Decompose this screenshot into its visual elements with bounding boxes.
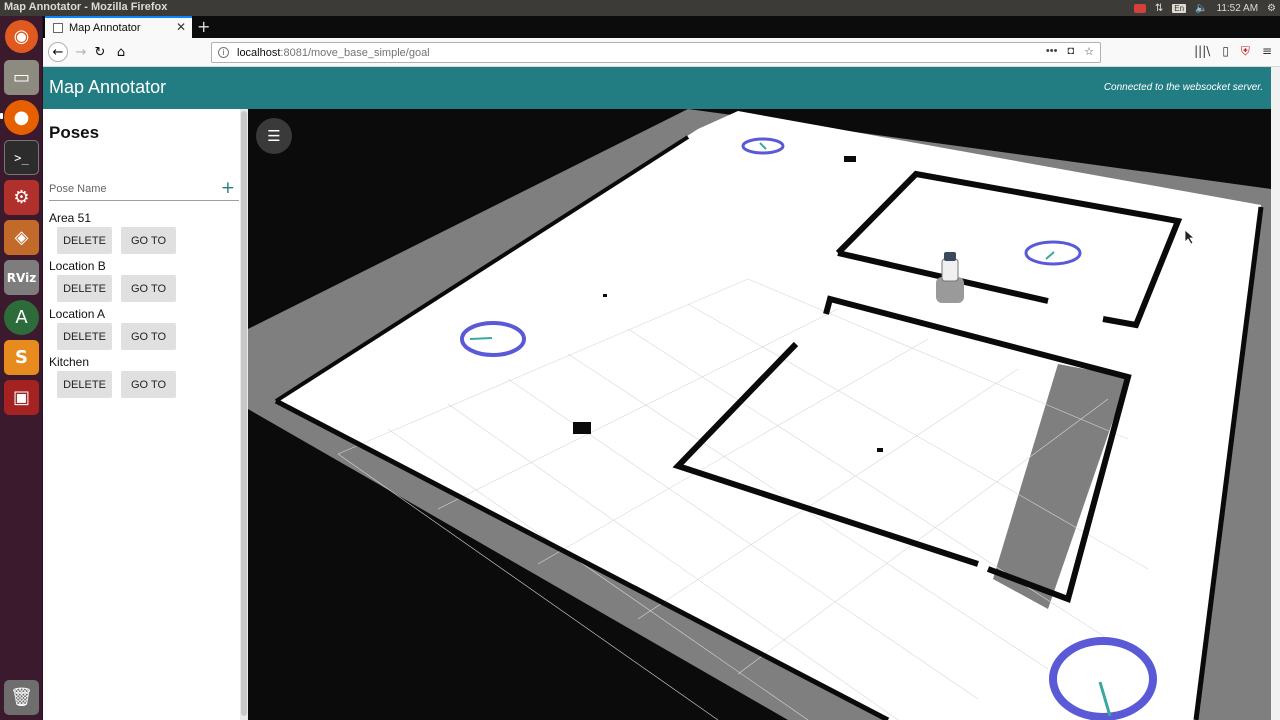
- pose-item: Location A DELETE GO TO: [49, 307, 239, 355]
- ublock-shield-icon[interactable]: ⛨: [1241, 44, 1250, 59]
- sidebar-scrollbar[interactable]: [240, 109, 248, 720]
- app-bar: Map Annotator Connected to the websocket…: [43, 67, 1271, 109]
- page-actions-icon[interactable]: •••: [1046, 45, 1058, 58]
- browser-window: Map Annotator ✕ + ← → ↻ ⌂ i localhost:80…: [43, 16, 1280, 720]
- library-icon[interactable]: |||\: [1194, 44, 1210, 59]
- active-indicator: [0, 113, 3, 119]
- sidebar-toggle-icon[interactable]: ▯: [1222, 44, 1229, 59]
- page-scrollbar[interactable]: [1271, 67, 1280, 720]
- tab-bar: Map Annotator ✕ +: [43, 16, 1280, 38]
- pose-item: Area 51 DELETE GO TO: [49, 211, 239, 259]
- goto-pose-button[interactable]: GO TO: [121, 275, 176, 302]
- nav-bar: ← → ↻ ⌂ i localhost:8081/move_base_simpl…: [43, 38, 1280, 67]
- volume-icon[interactable]: 🔈: [1195, 3, 1207, 14]
- url-host: localhost: [237, 46, 281, 59]
- pose-name-input[interactable]: [49, 178, 214, 200]
- obstacle: [573, 422, 591, 434]
- obstacle: [603, 294, 607, 297]
- goto-pose-button[interactable]: GO TO: [121, 227, 176, 254]
- pocket-icon[interactable]: ◘: [1067, 45, 1074, 58]
- window-title: Map Annotator - Mozilla Firefox: [4, 1, 168, 13]
- toolbar-right: |||\ ▯ ⛨ ≡: [1194, 44, 1272, 59]
- goto-pose-button[interactable]: GO TO: [121, 323, 176, 350]
- clock[interactable]: 11:52 AM: [1217, 3, 1259, 14]
- poses-heading: Poses: [49, 123, 100, 142]
- hamburger-menu-icon[interactable]: ≡: [1262, 44, 1272, 59]
- power-gear-icon[interactable]: ⚙: [1267, 3, 1276, 14]
- screen-recorder-icon[interactable]: ▣: [4, 380, 39, 415]
- firefox-icon[interactable]: ●: [4, 100, 39, 135]
- network-icon[interactable]: ⇅: [1155, 3, 1163, 14]
- url-path: :8081/move_base_simple/goal: [280, 46, 430, 59]
- terminal-icon[interactable]: >_: [4, 140, 39, 175]
- pose-name: Area 51: [49, 211, 92, 225]
- settings-icon[interactable]: ⚙: [4, 180, 39, 215]
- map-3d-view[interactable]: [248, 109, 1271, 720]
- new-tab-icon[interactable]: +: [197, 17, 210, 36]
- delete-pose-button[interactable]: DELETE: [57, 371, 112, 398]
- bookmark-star-icon[interactable]: ☆: [1084, 45, 1094, 58]
- delete-pose-button[interactable]: DELETE: [57, 323, 112, 350]
- ubuntu-icon[interactable]: ◉: [5, 20, 38, 53]
- home-icon[interactable]: ⌂: [111, 42, 131, 62]
- rviz-icon[interactable]: RViz: [4, 260, 39, 295]
- obstacle: [844, 156, 856, 162]
- close-tab-icon[interactable]: ✕: [176, 20, 186, 34]
- page-content: Map Annotator Connected to the websocket…: [43, 67, 1271, 720]
- trash-icon[interactable]: 🗑: [4, 680, 39, 715]
- files-icon[interactable]: ▭: [4, 60, 39, 95]
- tab-map-annotator[interactable]: Map Annotator ✕: [45, 16, 192, 38]
- pose-item: Location B DELETE GO TO: [49, 259, 239, 307]
- site-info-icon[interactable]: i: [218, 47, 229, 58]
- map-menu-button[interactable]: ☰: [256, 118, 292, 154]
- menu-icon: ☰: [267, 127, 281, 145]
- package-icon[interactable]: ◈: [4, 220, 39, 255]
- poses-sidebar: Poses + Area 51 DELETE GO TO Location B …: [43, 109, 240, 720]
- url-actions: ••• ◘ ☆: [1046, 45, 1094, 58]
- delete-pose-button[interactable]: DELETE: [57, 227, 112, 254]
- sidebar-scrollbar-thumb[interactable]: [241, 111, 247, 716]
- mouse-pointer-icon: [1185, 230, 1195, 244]
- camera-icon[interactable]: [1133, 3, 1146, 13]
- add-pose-button[interactable]: +: [221, 178, 235, 198]
- url-bar[interactable]: i localhost:8081/move_base_simple/goal •…: [211, 42, 1101, 63]
- page-favicon-icon: [53, 23, 63, 33]
- launcher: ◉ ▭ ● >_ ⚙ ◈ RViz A S ▣ 🗑: [0, 16, 43, 720]
- pose-item: Kitchen DELETE GO TO: [49, 355, 239, 403]
- pose-name: Kitchen: [49, 355, 90, 369]
- app-title: Map Annotator: [49, 77, 167, 97]
- reload-icon[interactable]: ↻: [90, 42, 110, 62]
- system-indicators: ⇅ En 🔈 11:52 AM ⚙: [1133, 0, 1276, 16]
- delete-pose-button[interactable]: DELETE: [57, 275, 112, 302]
- back-icon[interactable]: ←: [48, 42, 68, 62]
- tab-title: Map Annotator: [69, 22, 141, 34]
- map-viewer[interactable]: ☰: [248, 109, 1271, 720]
- obstacle: [877, 448, 883, 452]
- pose-name: Location A: [49, 307, 106, 321]
- forward-icon[interactable]: →: [71, 42, 91, 62]
- connection-status: Connected to the websocket server.: [1103, 82, 1263, 93]
- goto-pose-button[interactable]: GO TO: [121, 371, 176, 398]
- pose-name-field-wrap: +: [49, 177, 239, 201]
- pose-name: Location B: [49, 259, 106, 273]
- keyboard-layout[interactable]: En: [1172, 3, 1187, 13]
- top-panel: Map Annotator - Mozilla Firefox ⇅ En 🔈 1…: [0, 0, 1280, 16]
- sublime-icon[interactable]: S: [4, 340, 39, 375]
- software-updater-icon[interactable]: A: [4, 300, 39, 335]
